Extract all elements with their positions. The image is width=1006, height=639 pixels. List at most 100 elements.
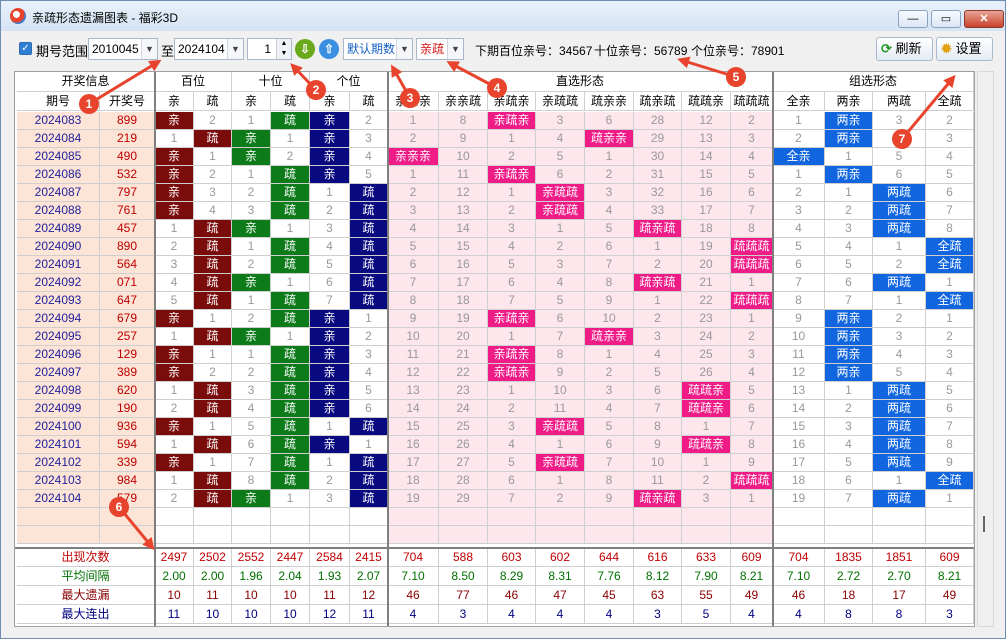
table-cell[interactable]: 2 — [232, 256, 271, 274]
table-cell[interactable]: 1 — [232, 292, 271, 310]
table-cell[interactable]: 21 — [682, 274, 731, 292]
table-cell[interactable]: 2 — [232, 310, 271, 328]
table-cell[interactable]: 13 — [773, 382, 825, 400]
table-cell[interactable]: 2 — [388, 184, 439, 202]
scroll-thumb[interactable] — [983, 516, 988, 532]
issue-cell[interactable]: 2024083 — [17, 112, 100, 130]
table-cell[interactable]: 1 — [873, 292, 926, 310]
table-cell[interactable]: 3 — [873, 112, 926, 130]
table-cell[interactable]: 16 — [388, 436, 439, 454]
table-cell[interactable]: 8 — [585, 472, 634, 490]
table-cell[interactable]: 17 — [388, 454, 439, 472]
table-cell[interactable]: 疏疏疏 — [731, 238, 773, 256]
table-cell[interactable]: 7 — [488, 292, 536, 310]
table-cell[interactable]: 疏 — [271, 166, 310, 184]
table-cell[interactable]: 5 — [388, 238, 439, 256]
table-cell[interactable]: 疏亲疏 — [634, 274, 682, 292]
issue-cell[interactable]: 2024096 — [17, 346, 100, 364]
table-cell[interactable]: 8 — [232, 472, 271, 490]
table-cell[interactable]: 3 — [825, 418, 873, 436]
table-cell[interactable]: 7 — [585, 454, 634, 472]
table-cell[interactable]: 疏疏疏 — [731, 256, 773, 274]
table-cell[interactable]: 14 — [388, 400, 439, 418]
table-cell[interactable]: 1 — [310, 454, 350, 472]
table-cell[interactable]: 疏亲疏 — [634, 490, 682, 508]
table-cell[interactable]: 8 — [536, 346, 585, 364]
table-cell[interactable]: 疏 — [271, 454, 310, 472]
table-cell[interactable]: 5 — [926, 382, 974, 400]
table-cell[interactable]: 1 — [271, 274, 310, 292]
table-cell[interactable]: 1 — [585, 346, 634, 364]
table-cell[interactable]: 19 — [682, 238, 731, 256]
table-cell[interactable]: 13 — [439, 202, 488, 220]
table-cell[interactable]: 2 — [194, 166, 232, 184]
table-cell[interactable]: 3 — [232, 382, 271, 400]
table-cell[interactable]: 亲 — [232, 148, 271, 166]
table-cell[interactable]: 亲疏疏 — [536, 202, 585, 220]
column-header[interactable]: 疏疏疏 — [731, 92, 773, 111]
table-cell[interactable]: 疏 — [350, 292, 388, 310]
table-cell[interactable]: 1 — [194, 148, 232, 166]
table-cell[interactable]: 2 — [585, 166, 634, 184]
table-cell[interactable]: 3 — [634, 328, 682, 346]
table-cell[interactable]: 4 — [634, 346, 682, 364]
draw-number-cell[interactable]: 219 — [100, 130, 155, 148]
table-cell[interactable]: 5 — [536, 292, 585, 310]
table-cell[interactable]: 2 — [194, 112, 232, 130]
table-cell[interactable]: 17 — [773, 454, 825, 472]
table-cell[interactable]: 1 — [873, 472, 926, 490]
table-cell[interactable]: 3 — [488, 220, 536, 238]
table-cell[interactable]: 亲 — [310, 382, 350, 400]
minimize-button[interactable]: — — [898, 10, 928, 28]
table-cell[interactable]: 5 — [155, 292, 194, 310]
issue-cell[interactable]: 2024088 — [17, 202, 100, 220]
table-cell[interactable]: 亲 — [310, 166, 350, 184]
table-cell[interactable]: 9 — [536, 364, 585, 382]
table-cell[interactable]: 15 — [388, 418, 439, 436]
table-cell[interactable]: 两亲 — [825, 166, 873, 184]
table-cell[interactable]: 4 — [825, 238, 873, 256]
table-cell[interactable]: 4 — [825, 436, 873, 454]
table-cell[interactable]: 5 — [731, 382, 773, 400]
table-cell[interactable]: 2 — [731, 112, 773, 130]
table-cell[interactable]: 2 — [194, 364, 232, 382]
column-header[interactable]: 全亲 — [773, 92, 825, 111]
table-cell[interactable]: 3 — [194, 184, 232, 202]
column-header[interactable]: 开奖号 — [100, 92, 155, 111]
table-cell[interactable]: 疏 — [271, 184, 310, 202]
table-cell[interactable]: 9 — [439, 130, 488, 148]
table-cell[interactable]: 1 — [488, 184, 536, 202]
table-cell[interactable]: 5 — [873, 364, 926, 382]
table-cell[interactable]: 疏 — [194, 238, 232, 256]
table-cell[interactable]: 4 — [194, 202, 232, 220]
table-cell[interactable]: 28 — [634, 112, 682, 130]
to-issue-combo[interactable]: 2024104 ▼ — [174, 38, 244, 60]
table-cell[interactable]: 8 — [731, 220, 773, 238]
table-cell[interactable]: 6 — [536, 166, 585, 184]
table-cell[interactable]: 疏亲亲 — [585, 130, 634, 148]
table-cell[interactable]: 疏 — [271, 400, 310, 418]
table-cell[interactable]: 两疏 — [873, 454, 926, 472]
table-cell[interactable]: 疏 — [271, 112, 310, 130]
column-header[interactable]: 亲亲亲 — [388, 92, 439, 111]
issue-cell[interactable]: 2024097 — [17, 364, 100, 382]
table-cell[interactable]: 亲 — [310, 436, 350, 454]
table-cell[interactable]: 1 — [825, 184, 873, 202]
table-cell[interactable]: 疏 — [271, 256, 310, 274]
table-cell[interactable]: 疏 — [350, 184, 388, 202]
table-cell[interactable]: 2 — [310, 472, 350, 490]
column-header[interactable]: 期号 — [17, 92, 100, 111]
table-cell[interactable]: 1 — [731, 490, 773, 508]
table-cell[interactable]: 疏疏疏 — [731, 472, 773, 490]
table-cell[interactable]: 8 — [731, 436, 773, 454]
table-cell[interactable]: 2 — [536, 490, 585, 508]
table-cell[interactable]: 19 — [773, 490, 825, 508]
issue-cell[interactable]: 2024087 — [17, 184, 100, 202]
table-cell[interactable]: 疏 — [194, 328, 232, 346]
table-cell[interactable]: 2 — [232, 364, 271, 382]
draw-number-cell[interactable]: 984 — [100, 472, 155, 490]
refresh-button[interactable]: ⟳ 刷新 — [876, 37, 933, 61]
table-cell[interactable]: 疏 — [350, 454, 388, 472]
table-cell[interactable]: 4 — [926, 364, 974, 382]
issue-cell[interactable]: 2024100 — [17, 418, 100, 436]
